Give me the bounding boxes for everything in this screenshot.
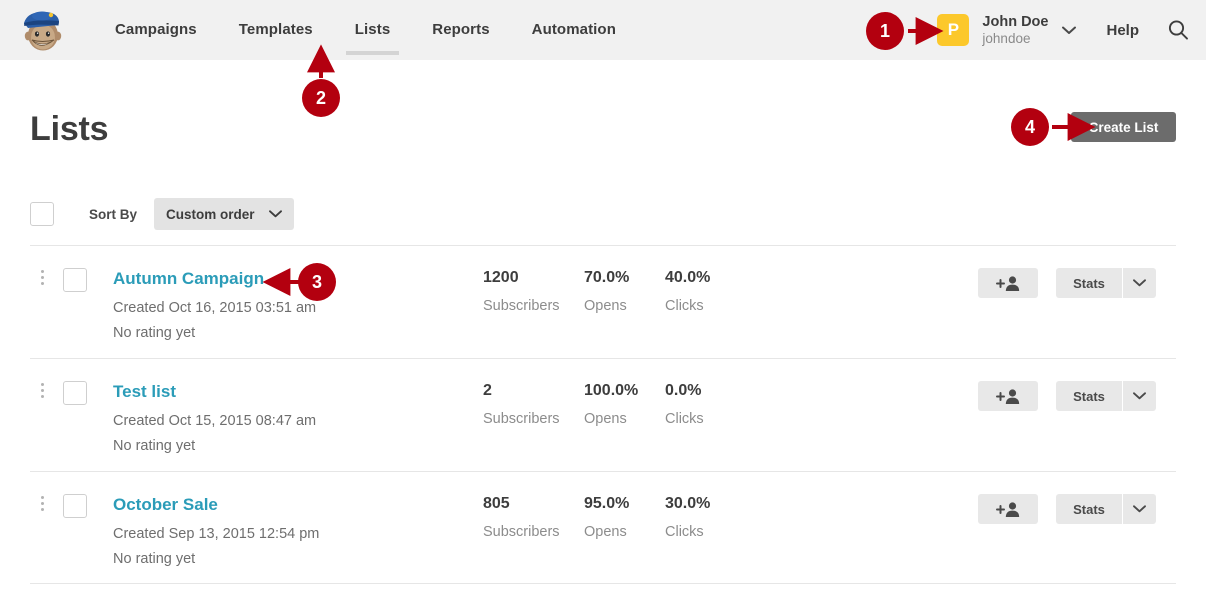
table-row: Autumn Campaign Created Oct 16, 2015 03:… [30,245,1176,358]
add-subscriber-button[interactable] [978,381,1038,411]
stat-subscribers: 1200 Subscribers [483,268,584,314]
stat-label: Opens [584,298,627,315]
row-select-checkbox[interactable] [63,381,87,405]
row-menu-icon[interactable] [34,496,50,511]
list-name-link[interactable]: October Sale [113,494,218,515]
stat-value: 40.0% [665,269,711,286]
lists-table: Autumn Campaign Created Oct 16, 2015 03:… [30,245,1176,584]
app-header: Campaigns Templates Lists Reports Automa… [0,0,1206,60]
stats-button-group: Stats [1056,381,1156,411]
user-menu[interactable]: John Doe johndoe [982,14,1048,46]
list-rating: No rating yet [113,437,196,454]
chevron-down-icon [1133,279,1146,287]
stats-dropdown-button[interactable] [1122,381,1156,411]
stat-label: Clicks [665,298,704,315]
mailchimp-freddie-logo[interactable] [18,7,66,53]
user-name: John Doe [982,13,1049,30]
list-toolbar: Sort By Custom order [30,198,294,230]
row-actions: Stats [978,268,1156,298]
chevron-down-icon[interactable] [1062,26,1077,35]
stat-opens: 70.0% Opens [584,268,665,314]
search-icon[interactable] [1167,19,1189,41]
page-title: Lists [30,110,109,148]
list-info: Test list Created Oct 15, 2015 08:47 am … [113,381,483,459]
table-row: Test list Created Oct 15, 2015 08:47 am … [30,358,1176,471]
stats-button-group: Stats [1056,268,1156,298]
sort-order-value: Custom order [166,206,255,222]
list-name-link[interactable]: Autumn Campaign [113,268,264,289]
table-row: October Sale Created Sep 13, 2015 12:54 … [30,471,1176,584]
list-created-date: Created Oct 16, 2015 03:51 am [113,300,317,317]
stat-value: 805 [483,495,510,512]
stat-value: 0.0% [665,382,702,399]
list-name-link[interactable]: Test list [113,381,176,402]
avatar[interactable]: P [937,14,970,46]
stat-value: 100.0% [584,382,639,399]
add-person-icon [996,275,1020,291]
nav-item-automation[interactable]: Automation [511,0,637,60]
stat-subscribers: 805 Subscribers [483,494,584,540]
header-right-cluster: P John Doe johndoe Help [937,14,1206,46]
sort-order-select[interactable]: Custom order [154,198,294,230]
stat-opens: 100.0% Opens [584,381,665,427]
stat-label: Subscribers [483,298,560,315]
stat-value: 70.0% [584,269,630,286]
nav-item-campaigns[interactable]: Campaigns [94,0,218,60]
list-rating: No rating yet [113,550,196,567]
row-actions: Stats [978,494,1156,524]
list-created-date: Created Oct 15, 2015 08:47 am [113,413,317,430]
stat-clicks: 40.0% Clicks [665,268,765,314]
annotation-marker-1: 1 [866,12,904,50]
nav-item-lists[interactable]: Lists [334,0,412,60]
add-subscriber-button[interactable] [978,268,1038,298]
stat-label: Clicks [665,524,704,541]
user-handle: johndoe [982,30,1031,46]
stat-value: 95.0% [584,495,630,512]
stat-clicks: 30.0% Clicks [665,494,765,540]
annotation-marker-3: 3 [298,263,336,301]
mailchimp-lists-page: Campaigns Templates Lists Reports Automa… [0,0,1206,595]
list-rating: No rating yet [113,324,196,341]
annotation-marker-4: 4 [1011,108,1049,146]
add-person-icon [996,388,1020,404]
chevron-down-icon [1133,392,1146,400]
stats-button[interactable]: Stats [1056,494,1122,524]
stats-dropdown-button[interactable] [1122,494,1156,524]
stat-label: Opens [584,524,627,541]
stat-clicks: 0.0% Clicks [665,381,765,427]
stat-value: 1200 [483,269,519,286]
annotation-marker-2: 2 [302,79,340,117]
stat-value: 30.0% [665,495,711,512]
stat-value: 2 [483,382,492,399]
chevron-down-icon [1133,505,1146,513]
add-subscriber-button[interactable] [978,494,1038,524]
select-all-checkbox[interactable] [30,202,54,226]
stat-label: Clicks [665,411,704,428]
stat-label: Opens [584,411,627,428]
help-link[interactable]: Help [1106,22,1139,39]
row-menu-icon[interactable] [34,270,50,285]
stats-dropdown-button[interactable] [1122,268,1156,298]
chevron-down-icon [268,210,282,218]
create-list-button[interactable]: Create List [1071,112,1176,142]
row-select-checkbox[interactable] [63,494,87,518]
stat-label: Subscribers [483,524,560,541]
list-created-date: Created Sep 13, 2015 12:54 pm [113,526,320,543]
stat-label: Subscribers [483,411,560,428]
nav-item-templates[interactable]: Templates [218,0,334,60]
nav-item-reports[interactable]: Reports [411,0,510,60]
row-actions: Stats [978,381,1156,411]
stats-button[interactable]: Stats [1056,381,1122,411]
stat-opens: 95.0% Opens [584,494,665,540]
row-select-checkbox[interactable] [63,268,87,292]
stats-button[interactable]: Stats [1056,268,1122,298]
main-navigation: Campaigns Templates Lists Reports Automa… [94,0,637,60]
stat-subscribers: 2 Subscribers [483,381,584,427]
list-info: October Sale Created Sep 13, 2015 12:54 … [113,494,483,572]
stats-button-group: Stats [1056,494,1156,524]
sort-by-label: Sort By [89,206,138,222]
add-person-icon [996,501,1020,517]
row-menu-icon[interactable] [34,383,50,398]
